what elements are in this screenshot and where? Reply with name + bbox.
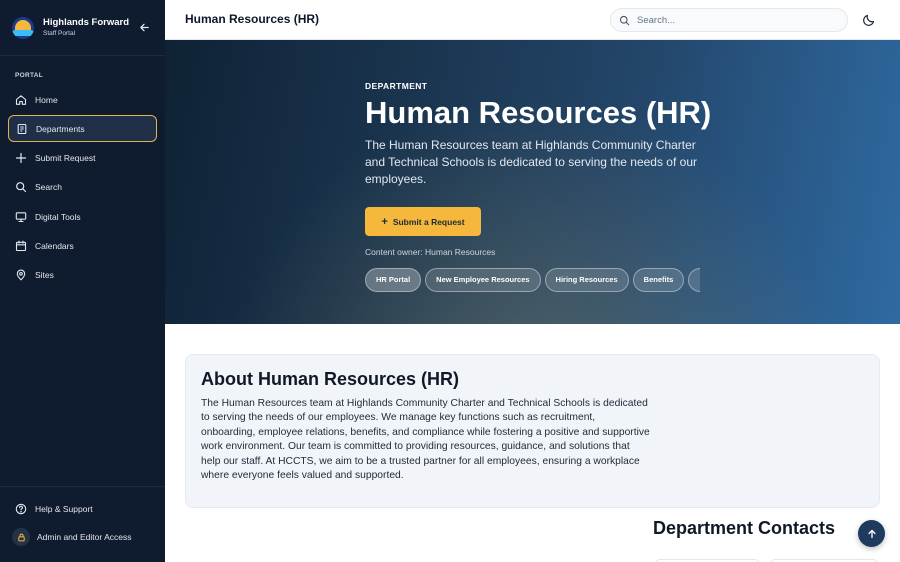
search-input[interactable]	[637, 14, 827, 26]
brand-name: Highlands Forward	[43, 17, 130, 29]
chip-new-employee-resources[interactable]: New Employee Resources	[425, 268, 541, 292]
hero-banner: DEPARTMENT Human Resources (HR) The Huma…	[165, 40, 900, 324]
plus-icon	[15, 152, 27, 164]
arrow-up-icon	[867, 529, 876, 538]
sidebar-footer: Help & Support Admin and Editor Access	[0, 486, 165, 562]
sidebar: Highlands Forward Staff Portal PORTAL Ho…	[0, 0, 165, 562]
sidebar-nav: Home Departments Submit Request Search D…	[0, 86, 165, 289]
help-circle-icon	[15, 503, 27, 515]
brand[interactable]: Highlands Forward Staff Portal	[0, 0, 165, 56]
plus-icon: +	[381, 215, 388, 228]
sidebar-item-home[interactable]: Home	[8, 86, 157, 113]
contacts-title: Department Contacts	[653, 518, 836, 538]
lock-icon-badge	[12, 528, 30, 546]
brand-subtitle: Staff Portal	[43, 29, 76, 37]
search-icon	[16, 182, 27, 193]
sidebar-item-label: Search	[35, 182, 62, 193]
chip-hiring-resources[interactable]: Hiring Resources	[544, 268, 629, 292]
about-title: About Human Resources (HR)	[201, 369, 460, 389]
chip-more[interactable]	[688, 268, 700, 292]
scroll-to-top-button[interactable]	[858, 520, 885, 547]
chip-hr-portal[interactable]: HR Portal	[365, 268, 422, 292]
about-body: The Human Resources team at Highlands Co…	[201, 398, 650, 482]
sidebar-item-label: Calendars	[35, 240, 74, 251]
sidebar-item-label: Home	[35, 94, 58, 105]
sidebar-item-submit-request[interactable]: Submit Request	[8, 145, 157, 172]
collapse-sidebar-button[interactable]	[137, 20, 151, 34]
hero-title: Human Resources (HR)	[365, 95, 712, 130]
search-box[interactable]	[610, 8, 848, 32]
arrow-left-icon	[139, 23, 149, 31]
submit-request-label: Submit a Request	[392, 216, 465, 227]
calendar-icon	[15, 240, 27, 252]
help-support-link[interactable]: Help & Support	[8, 495, 157, 523]
logo	[12, 16, 34, 39]
sidebar-item-calendars[interactable]: Calendars	[8, 232, 157, 259]
quick-links: HR Portal New Employee Resources Hiring Re…	[365, 268, 700, 293]
home-icon	[15, 94, 27, 105]
sidebar-item-search[interactable]: Search	[8, 174, 157, 201]
lock-icon	[17, 533, 25, 541]
page-title: Human Resources (HR)	[185, 12, 320, 26]
sidebar-item-sites[interactable]: Sites	[8, 262, 157, 289]
help-support-label: Help & Support	[35, 504, 93, 514]
sidebar-item-label: Digital Tools	[35, 211, 81, 222]
hero-description: The Human Resources team at Highlands Co…	[365, 138, 697, 186]
submit-request-button[interactable]: + Submit a Request	[365, 207, 481, 236]
sidebar-item-digital-tools[interactable]: Digital Tools	[8, 203, 157, 230]
section-label: PORTAL	[15, 72, 44, 79]
building-icon	[17, 123, 27, 134]
content-owner: Content owner: Human Resources	[365, 247, 496, 257]
theme-toggle-button[interactable]	[862, 13, 876, 27]
search-icon	[619, 15, 630, 25]
admin-access-link[interactable]: Admin and Editor Access	[8, 523, 157, 551]
admin-access-label: Admin and Editor Access	[37, 532, 132, 542]
sidebar-item-label: Sites	[35, 270, 54, 281]
top-bar: Human Resources (HR)	[165, 0, 900, 40]
chip-benefits[interactable]: Benefits	[632, 268, 685, 292]
monitor-icon	[15, 211, 27, 222]
sidebar-item-label: Departments	[36, 123, 85, 134]
sidebar-item-label: Submit Request	[35, 153, 96, 164]
about-card: About Human Resources (HR) The Human Res…	[185, 354, 880, 508]
sidebar-item-departments[interactable]: Departments	[8, 115, 157, 143]
map-pin-icon	[16, 269, 26, 281]
hero-eyebrow: DEPARTMENT	[365, 81, 428, 91]
moon-icon	[863, 14, 875, 26]
